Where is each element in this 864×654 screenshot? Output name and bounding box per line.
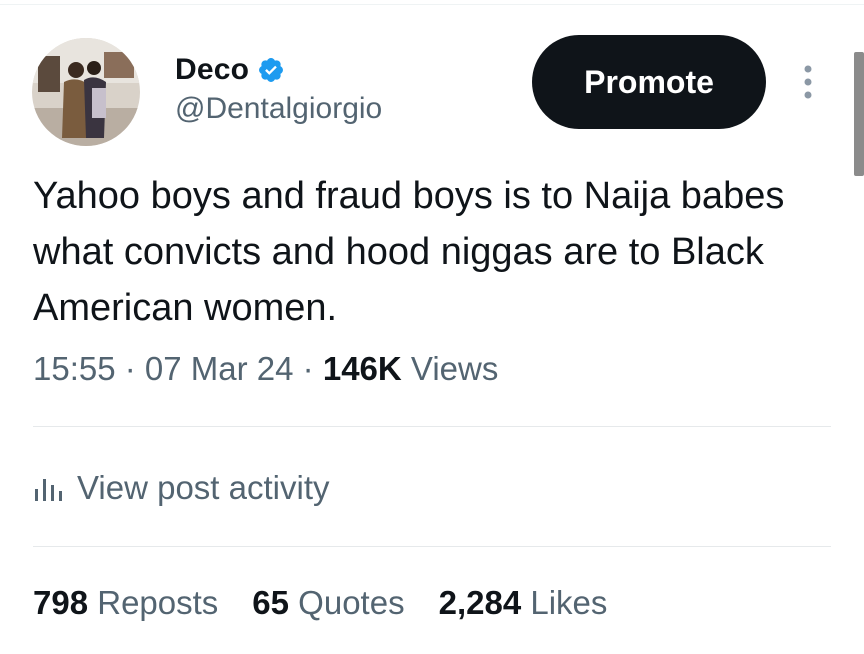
verified-badge-icon: [259, 58, 284, 82]
quotes-label: Quotes: [289, 584, 405, 621]
meta-separator: ·: [115, 350, 145, 387]
tweet-text: Yahoo boys and fraud boys is to Naija ba…: [33, 175, 785, 329]
likes-stat[interactable]: 2,284 Likes: [439, 584, 608, 622]
tweet-time[interactable]: 15:55: [33, 350, 116, 387]
more-vertical-icon[interactable]: [796, 62, 820, 102]
promote-button[interactable]: Promote: [532, 35, 766, 129]
view-post-activity-label: View post activity: [77, 469, 330, 506]
reposts-label: Reposts: [88, 584, 219, 621]
display-name[interactable]: Deco: [175, 53, 249, 87]
quotes-count: 65: [252, 584, 290, 621]
top-divider: [0, 4, 864, 5]
quotes-stat[interactable]: 65 Quotes: [252, 584, 404, 622]
reposts-count: 798: [33, 584, 89, 621]
scrollbar[interactable]: [854, 52, 864, 176]
likes-label: Likes: [521, 584, 608, 621]
analytics-icon: [35, 479, 62, 501]
avatar[interactable]: [32, 38, 140, 146]
tweet-meta: 15:55 · 07 Mar 24 · 146K Views: [33, 350, 498, 388]
tweet-stats: 798 Reposts 65 Quotes 2,284 Likes: [33, 584, 641, 622]
meta-separator: ·: [293, 350, 323, 387]
author-name-row[interactable]: Deco: [175, 52, 285, 88]
likes-count: 2,284: [438, 584, 522, 621]
view-post-activity-button[interactable]: View post activity: [33, 462, 330, 514]
views-label: Views: [401, 350, 499, 387]
tweet-date[interactable]: 07 Mar 24: [145, 350, 294, 387]
views-count: 146K: [322, 350, 402, 387]
divider: [33, 426, 831, 427]
reposts-stat[interactable]: 798 Reposts: [33, 584, 218, 622]
author-handle[interactable]: @Dentalgiorgio: [175, 92, 382, 126]
avatar-photo: [32, 38, 140, 146]
divider: [33, 546, 831, 547]
